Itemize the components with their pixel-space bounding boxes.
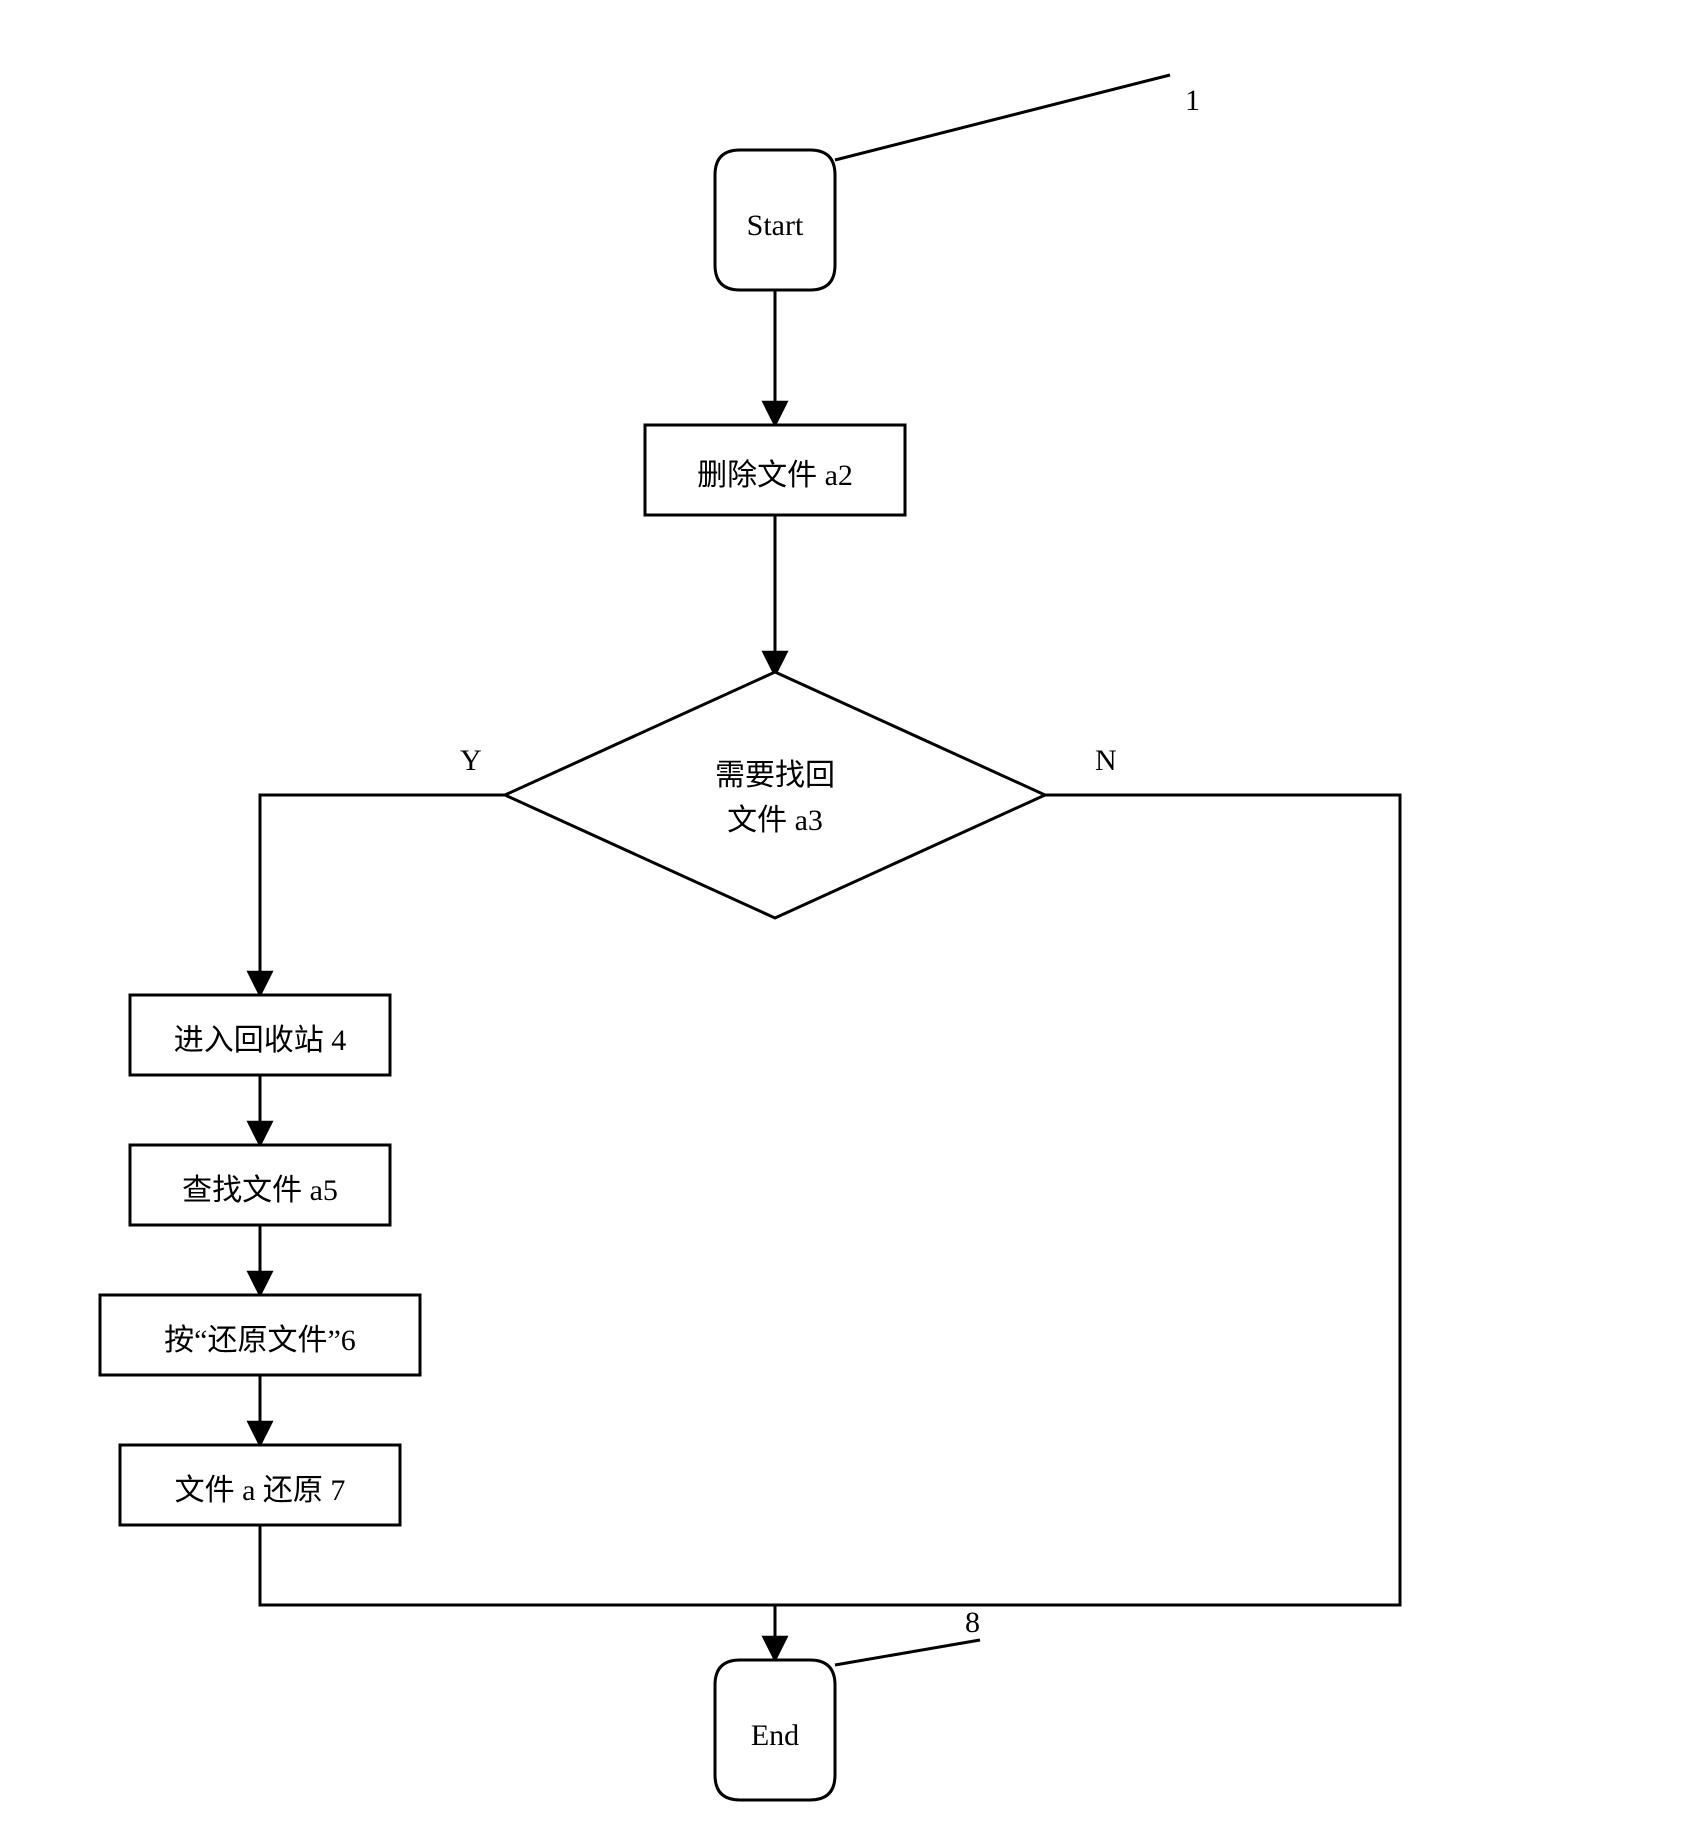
ref-end: 8 bbox=[965, 1606, 980, 1639]
ref-start: 1 bbox=[1185, 84, 1200, 117]
decision-label-2: 文件 a3 bbox=[727, 804, 823, 837]
start-label: Start bbox=[747, 209, 804, 242]
decision-node: 需要找回 文件 a3 bbox=[505, 672, 1045, 918]
restore-button-label: 按“还原文件”6 bbox=[164, 1324, 356, 1357]
edge-3-4 bbox=[260, 795, 505, 995]
edge-7-8 bbox=[260, 1525, 775, 1660]
yes-label: Y bbox=[460, 744, 482, 777]
end-label: End bbox=[751, 1719, 799, 1752]
decision-label-1: 需要找回 bbox=[715, 759, 835, 792]
file-restored-node: 文件 a 还原 7 bbox=[120, 1445, 400, 1525]
flowchart: Start 1 删除文件 a2 需要找回 文件 a3 Y N 进入回收站 4 查… bbox=[0, 0, 1704, 1844]
start-node: Start bbox=[715, 150, 835, 290]
leader-start bbox=[835, 75, 1170, 160]
leader-end bbox=[835, 1640, 980, 1665]
recycle-node: 进入回收站 4 bbox=[130, 995, 390, 1075]
delete-file-node: 删除文件 a2 bbox=[645, 425, 905, 515]
find-file-label: 查找文件 a5 bbox=[182, 1174, 338, 1207]
edge-3-8-no bbox=[775, 795, 1400, 1605]
restore-button-node: 按“还原文件”6 bbox=[100, 1295, 420, 1375]
recycle-label: 进入回收站 4 bbox=[174, 1024, 347, 1057]
find-file-node: 查找文件 a5 bbox=[130, 1145, 390, 1225]
file-restored-label: 文件 a 还原 7 bbox=[175, 1474, 346, 1507]
no-label: N bbox=[1095, 744, 1117, 777]
end-node: End bbox=[715, 1660, 835, 1800]
delete-file-label: 删除文件 a2 bbox=[697, 459, 853, 492]
